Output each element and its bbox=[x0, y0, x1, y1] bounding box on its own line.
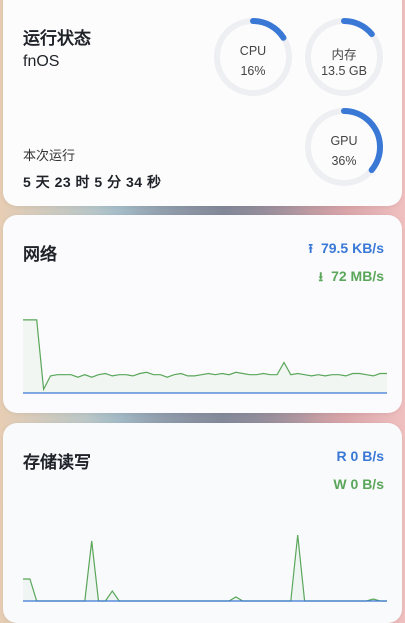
os-name: fnOS bbox=[23, 53, 60, 70]
download-rate-value: 72 MB/s bbox=[331, 268, 384, 284]
network-title: 网络 bbox=[23, 245, 57, 264]
gpu-gauge-value: 36% bbox=[331, 154, 357, 168]
gpu-gauge-label: GPU bbox=[330, 134, 358, 148]
download-arrow-icon: ⭳ bbox=[318, 269, 324, 284]
write-rate: W 0 B/s bbox=[333, 476, 384, 492]
series-line-green bbox=[23, 534, 387, 602]
series-area bbox=[23, 535, 387, 601]
cpu-gauge-value: 16% bbox=[240, 64, 266, 78]
upload-rate-value: 79.5 KB/s bbox=[320, 240, 384, 256]
upload-arrow-icon: ⭱ bbox=[308, 241, 313, 256]
read-rate: R 0 B/s bbox=[336, 448, 384, 464]
memory-gauge-value: 13.5 GB bbox=[321, 64, 367, 78]
upload-rate: ⭱ 79.5 KB/s bbox=[308, 240, 384, 262]
storage-title: 存储读写 bbox=[23, 453, 91, 472]
memory-gauge: 内存 13.5 GB bbox=[303, 16, 385, 98]
series-area bbox=[23, 319, 387, 393]
uptime-label: 本次运行 bbox=[23, 148, 76, 163]
network-card: 网络 ⭱ 79.5 KB/s ⭳ 72 MB/s bbox=[3, 215, 402, 413]
status-card: 运行状态 fnOS 本次运行 5 天 23 时 5 分 34 秒 CPU 16%… bbox=[3, 0, 402, 206]
memory-gauge-label: 内存 bbox=[331, 48, 357, 62]
network-chart bbox=[23, 319, 387, 394]
cpu-gauge: CPU 16% bbox=[212, 16, 294, 98]
gpu-gauge: GPU 36% bbox=[303, 106, 385, 188]
status-title: 运行状态 bbox=[23, 29, 91, 48]
cpu-gauge-label: CPU bbox=[239, 44, 267, 58]
uptime-value: 5 天 23 时 5 分 34 秒 bbox=[23, 174, 162, 190]
storage-chart bbox=[23, 534, 387, 602]
download-rate: ⭳ 72 MB/s bbox=[319, 268, 384, 290]
storage-card: 存储读写 R 0 B/s W 0 B/s bbox=[3, 423, 402, 623]
